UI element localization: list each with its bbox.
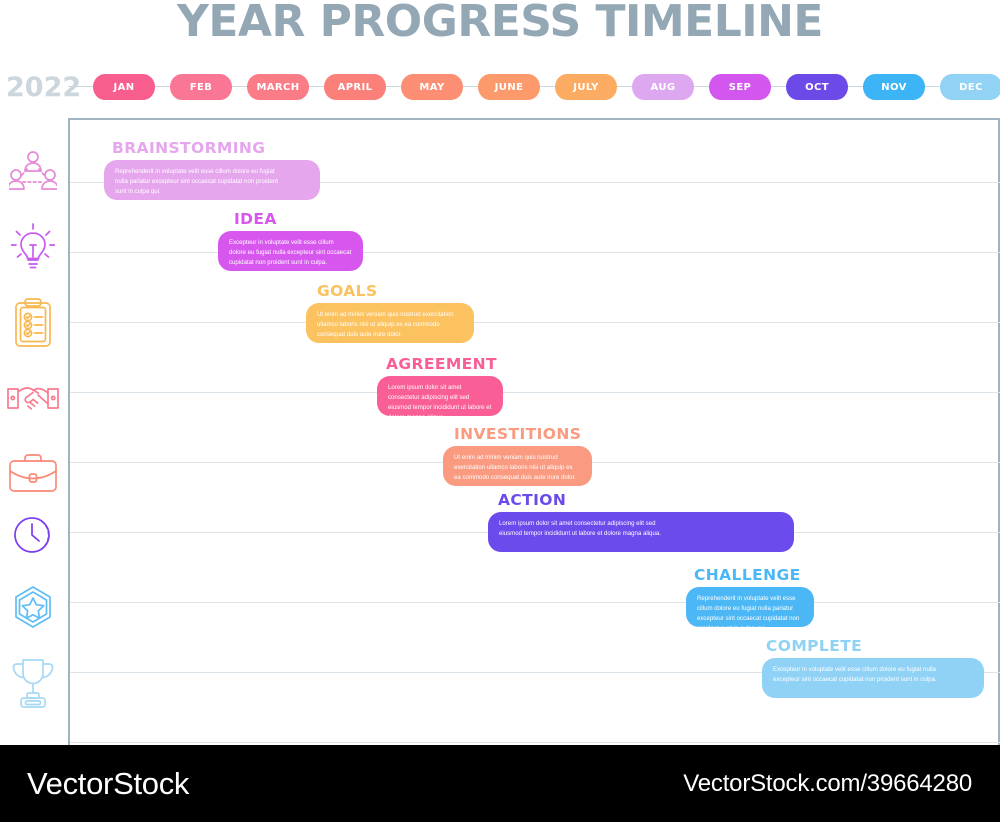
- timeline-bar-brainstorming[interactable]: Reprehenderit in voluptate velit esse ci…: [104, 160, 320, 200]
- trophy-icon: [6, 656, 60, 710]
- month-pill-april[interactable]: APRIL: [324, 74, 386, 100]
- month-pill-jan[interactable]: JAN: [93, 74, 155, 100]
- timeline-bar-complete[interactable]: Excepteur in voluptate velit esse cillum…: [762, 658, 984, 698]
- month-pill-row: JAN FEB MARCH APRIL MAY JUNE JULY AUG SEP OCT NOV D…: [68, 74, 1000, 100]
- month-pill-label: DEC: [959, 81, 983, 93]
- month-pill-label: MAY: [419, 81, 445, 93]
- month-pill-label: JAN: [113, 81, 135, 93]
- clipboard-checklist-icon: [6, 296, 60, 350]
- month-pill-nov[interactable]: NOV: [863, 74, 925, 100]
- timeline-bar-text: Excepteur in voluptate velit esse cillum…: [229, 239, 352, 266]
- icon-rail: [0, 118, 68, 745]
- lightbulb-icon: [6, 220, 60, 274]
- timeline-bar-text: Ut enim ad minim veniam quis nostrud exe…: [317, 311, 454, 338]
- handshake-icon: [6, 372, 60, 426]
- timeline-title-idea: IDEA: [234, 210, 277, 228]
- month-pill-label: SEP: [728, 81, 752, 93]
- month-pill-label: JUNE: [494, 81, 524, 93]
- timeline-bar-text: Reprehenderit in voluptate velit esse ci…: [697, 595, 800, 627]
- timeline-infographic: YEAR PROGRESS TIMELINE 2022 JAN FEB MARCH A…: [0, 0, 1000, 822]
- timeline-bar-text: Lorem ipsum dolor sit amet consectetur a…: [388, 384, 492, 416]
- footer-bar: VectorStock VectorStock.com/39664280: [0, 745, 1000, 822]
- timeline-bar-goals[interactable]: Ut enim ad minim veniam quis nostrud exe…: [306, 303, 474, 343]
- month-pill-label: MARCH: [256, 81, 300, 93]
- timeline-title-investitions: INVESTITIONS: [454, 425, 582, 443]
- timeline-bar-text: Reprehenderit in voluptate velit esse ci…: [115, 168, 278, 195]
- timeline-bar-idea[interactable]: Excepteur in voluptate velit esse cillum…: [218, 231, 363, 271]
- month-pill-july[interactable]: JULY: [555, 74, 617, 100]
- month-pill-label: APRIL: [337, 81, 373, 93]
- footer-brand: VectorStock: [27, 765, 190, 801]
- month-pill-label: FEB: [189, 81, 213, 93]
- month-pill-label: NOV: [881, 81, 907, 93]
- month-pill-june[interactable]: JUNE: [478, 74, 540, 100]
- timeline-bar-text: Lorem ipsum dolor sit amet consectetur a…: [499, 520, 661, 537]
- gridline: [70, 392, 1000, 393]
- gridline: [70, 602, 1000, 603]
- month-pill-sep[interactable]: SEP: [709, 74, 771, 100]
- timeline-title-challenge: CHALLENGE: [694, 566, 801, 584]
- timeline-title-brainstorming: BRAINSTORMING: [112, 139, 266, 157]
- month-pill-dec[interactable]: DEC: [940, 74, 1000, 100]
- briefcase-icon: [6, 446, 60, 500]
- page-title: YEAR PROGRESS TIMELINE: [177, 0, 824, 47]
- timeline-title-action: ACTION: [498, 491, 567, 509]
- timeline-bar-action[interactable]: Lorem ipsum dolor sit amet consectetur a…: [488, 512, 794, 552]
- timeline-title-agreement: AGREEMENT: [386, 355, 497, 373]
- month-pill-march[interactable]: MARCH: [247, 74, 309, 100]
- month-pill-aug[interactable]: AUG: [632, 74, 694, 100]
- timeline-bar-text: Excepteur in voluptate velit esse cillum…: [773, 666, 937, 683]
- timeline-bar-challenge[interactable]: Reprehenderit in voluptate velit esse ci…: [686, 587, 814, 627]
- team-network-icon: [6, 144, 60, 198]
- timeline-bar-text: Ut enim ad minim veniam quis nostrud exe…: [454, 454, 576, 481]
- footer-url: VectorStock.com/39664280: [683, 769, 972, 797]
- star-badge-icon: [6, 580, 60, 634]
- timeline-title-goals: GOALS: [317, 282, 378, 300]
- gridline: [70, 252, 1000, 253]
- clock-icon: [6, 508, 60, 562]
- month-pill-label: AUG: [650, 81, 676, 93]
- timeline-bar-agreement[interactable]: Lorem ipsum dolor sit amet consectetur a…: [377, 376, 503, 416]
- month-pill-may[interactable]: MAY: [401, 74, 463, 100]
- gridline: [70, 322, 1000, 323]
- gridline: [70, 742, 1000, 743]
- month-pill-oct[interactable]: OCT: [786, 74, 848, 100]
- timeline-bar-investitions[interactable]: Ut enim ad minim veniam quis nostrud exe…: [443, 446, 592, 486]
- month-pill-label: JULY: [573, 81, 599, 93]
- month-pill-label: OCT: [805, 81, 829, 93]
- month-pill-feb[interactable]: FEB: [170, 74, 232, 100]
- timeline-title-complete: COMPLETE: [766, 637, 863, 655]
